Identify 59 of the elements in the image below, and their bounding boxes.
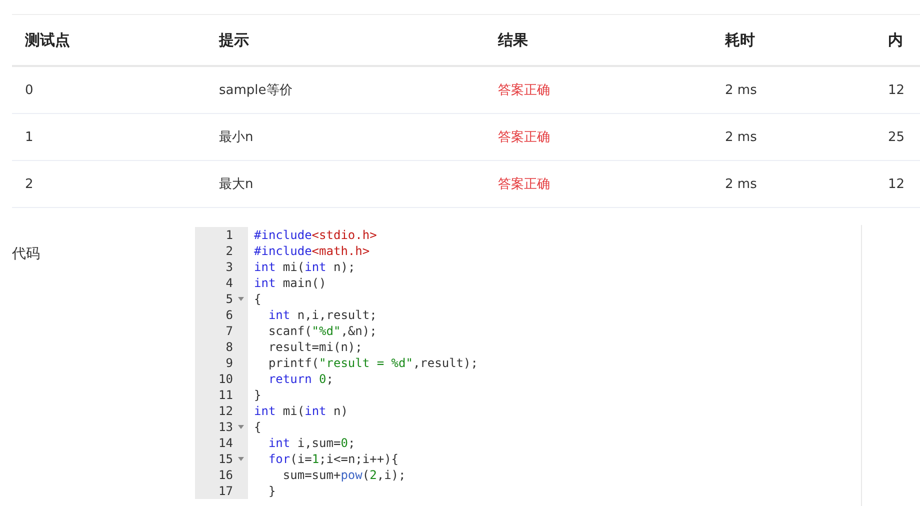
line-number: 1 <box>226 227 233 243</box>
line-number: 8 <box>226 339 233 355</box>
code-line: #include<math.h> <box>253 243 370 259</box>
code-line: int mi(int n) <box>253 403 348 419</box>
table-cell: sample等价 <box>219 83 292 98</box>
line-number: 7 <box>226 323 233 339</box>
code-line: scanf("%d",&n); <box>267 323 377 339</box>
code-line: } <box>267 483 276 499</box>
table-cell: 1 <box>25 130 34 144</box>
line-number: 9 <box>226 355 233 371</box>
code-line: { <box>253 419 262 435</box>
code-line: int main() <box>253 275 326 291</box>
column-header: 测试点 <box>25 30 70 48</box>
table-cell: 2 ms <box>725 82 757 98</box>
fold-arrow-icon[interactable] <box>238 297 244 301</box>
line-number: 2 <box>226 243 233 259</box>
code-editor[interactable] <box>195 225 862 506</box>
code-line: for(i=1;i<=n;i++){ <box>267 451 399 467</box>
line-number: 15 <box>218 451 233 467</box>
fold-arrow-icon[interactable] <box>238 425 244 429</box>
table-cell: 2 ms <box>725 176 757 192</box>
column-header: 提示 <box>219 30 249 48</box>
code-line: int mi(int n); <box>253 259 356 275</box>
code-line: } <box>253 387 262 403</box>
line-number: 5 <box>226 291 233 307</box>
table-cell: 12 <box>888 176 905 192</box>
line-number: 3 <box>226 259 233 275</box>
code-line: return 0; <box>267 371 334 387</box>
line-number: 14 <box>218 435 233 451</box>
code-line: printf("result = %d",result); <box>267 355 478 371</box>
line-number: 4 <box>226 275 233 291</box>
line-number: 12 <box>218 403 233 419</box>
table-cell: 2 <box>25 176 34 192</box>
table-cell: 最大n <box>219 177 254 192</box>
column-header: 结果 <box>498 30 528 48</box>
code-line: result=mi(n); <box>267 339 362 355</box>
table-cell: 12 <box>888 82 905 98</box>
line-number: 6 <box>226 307 233 323</box>
line-number: 17 <box>218 483 233 499</box>
code-line: sum=sum+pow(2,i); <box>282 467 406 483</box>
line-number: 13 <box>218 419 233 435</box>
table-cell: 25 <box>888 130 905 144</box>
fold-arrow-icon[interactable] <box>238 457 244 461</box>
code-label: 代码 <box>12 246 40 262</box>
line-number: 10 <box>218 371 233 387</box>
line-number: 11 <box>218 387 233 403</box>
result-status: 答案正确 <box>498 83 550 98</box>
table-cell: 2 ms <box>725 130 757 144</box>
result-status: 答案正确 <box>498 130 550 145</box>
line-number: 16 <box>218 467 233 483</box>
code-line: int n,i,result; <box>267 307 377 323</box>
table-cell: 0 <box>25 82 34 98</box>
column-header: 内 <box>888 30 903 48</box>
column-header: 耗时 <box>725 30 755 48</box>
table-cell: 最小n <box>219 130 254 145</box>
result-status: 答案正确 <box>498 177 550 192</box>
code-line: int i,sum=0; <box>267 435 356 451</box>
code-line: { <box>253 291 262 307</box>
code-line: #include<stdio.h> <box>253 227 377 243</box>
